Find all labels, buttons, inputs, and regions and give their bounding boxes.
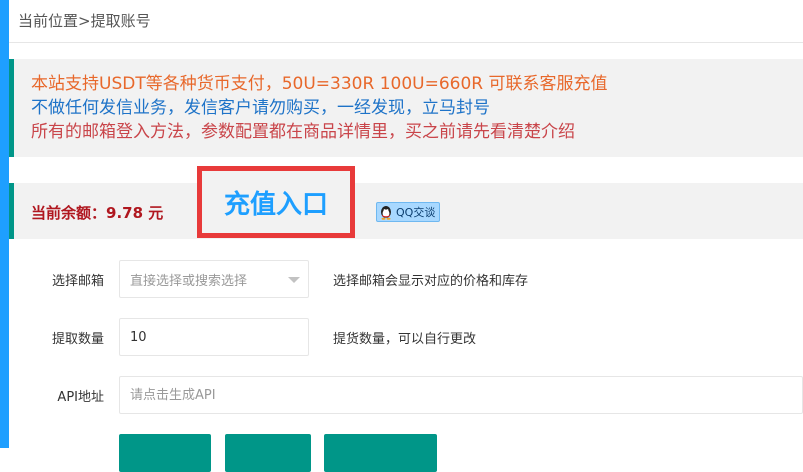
- chevron-down-icon: [288, 277, 300, 283]
- notice-line-warning: 不做任何发信业务，发信客户请勿购买，一经发现，立马封号: [31, 98, 490, 118]
- action-button-3[interactable]: [324, 434, 437, 472]
- qq-penguin-icon: [381, 205, 391, 220]
- left-accent-bar: [0, 0, 9, 448]
- notice-line-payment: 本站支持USDT等各种货币支付，50U=330R 100U=660R 可联系客服…: [31, 74, 608, 94]
- mailbox-select[interactable]: 直接选择或搜索选择: [119, 260, 309, 298]
- action-button-2[interactable]: [225, 434, 311, 472]
- header-divider: [9, 42, 803, 43]
- api-url-input[interactable]: [119, 376, 803, 414]
- notice-panel: 本站支持USDT等各种货币支付，50U=330R 100U=660R 可联系客服…: [9, 59, 803, 157]
- notice-line-instructions: 所有的邮箱登入方法，参数配置都在商品详情里，买之前请先看清楚介绍: [31, 122, 575, 142]
- balance-bar: 当前余额：9.78 元 充值入口 QQ交谈: [9, 166, 803, 239]
- quantity-label: 提取数量: [51, 332, 104, 347]
- breadcrumb: 当前位置>提取账号: [18, 12, 151, 30]
- form-row-api: API地址: [9, 376, 803, 416]
- action-button-1[interactable]: [119, 434, 211, 472]
- mailbox-select-placeholder: 直接选择或搜索选择: [130, 273, 248, 289]
- mailbox-label: 选择邮箱: [51, 274, 104, 289]
- mailbox-hint: 选择邮箱会显示对应的价格和库存: [333, 274, 529, 289]
- recharge-highlight-box: 充值入口: [197, 166, 355, 238]
- api-label: API地址: [57, 390, 104, 405]
- qq-chat-label: QQ交谈: [396, 206, 436, 219]
- qq-chat-button[interactable]: QQ交谈: [376, 202, 441, 222]
- balance-text: 当前余额：9.78 元: [31, 204, 164, 222]
- form-row-quantity: 提取数量 提货数量，可以自行更改: [9, 318, 803, 358]
- form-row-mailbox: 选择邮箱 直接选择或搜索选择 选择邮箱会显示对应的价格和库存: [9, 260, 803, 300]
- recharge-link[interactable]: 充值入口: [224, 184, 328, 221]
- quantity-hint: 提货数量，可以自行更改: [333, 332, 477, 347]
- quantity-input[interactable]: [119, 318, 309, 356]
